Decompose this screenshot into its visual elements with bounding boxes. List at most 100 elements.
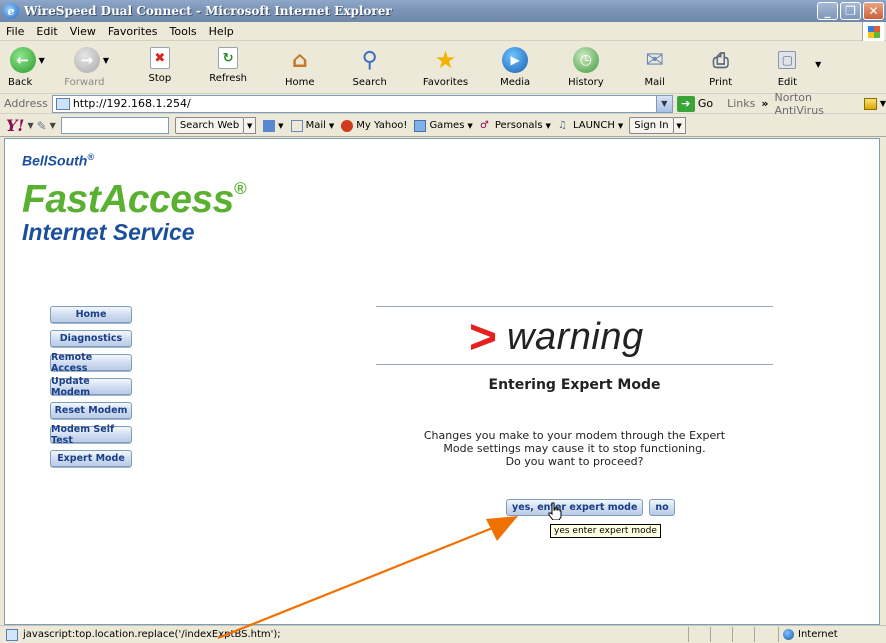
back-label: Back: [8, 77, 33, 88]
search-web-button[interactable]: Search Web: [174, 117, 245, 134]
standard-toolbar: ← ▼ Back → ▼ Forward ✖ Stop ↻ Refresh ⌂ …: [0, 42, 886, 94]
menu-edit[interactable]: Edit: [30, 25, 63, 38]
print-label: Print: [709, 77, 733, 88]
page-status-icon: [6, 628, 18, 641]
yahoo-dropdown-icon[interactable]: ▼: [27, 121, 33, 130]
home-button[interactable]: ⌂ Home: [285, 47, 315, 89]
address-dropdown-icon[interactable]: ▼: [655, 95, 672, 112]
personals-icon: ♂: [479, 119, 489, 131]
no-button[interactable]: no: [649, 499, 675, 516]
edit-dropdown-icon[interactable]: ▼: [815, 60, 821, 69]
media-button[interactable]: ▶ Media: [500, 47, 530, 88]
my-yahoo-icon: [341, 119, 354, 132]
logo-internet-service: Internet Service: [22, 218, 195, 245]
logo-bellsouth: BellSouth®: [22, 152, 94, 169]
search-icon: ⚲: [361, 47, 378, 73]
browser-window: e WireSpeed Dual Connect - Microsoft Int…: [0, 0, 886, 643]
close-button[interactable]: ✕: [863, 2, 884, 20]
launch-link[interactable]: ♫ LAUNCH ▼: [558, 120, 623, 132]
menu-help[interactable]: Help: [203, 25, 240, 38]
status-panes: [688, 627, 776, 642]
menu-favorites[interactable]: Favorites: [102, 25, 164, 38]
mail-button[interactable]: ✉ Mail: [642, 47, 668, 89]
sign-in-dropdown-icon[interactable]: ▼: [673, 117, 686, 134]
message-line: Changes you make to your modem through t…: [423, 429, 726, 442]
menu-view[interactable]: View: [64, 25, 102, 38]
refresh-label: Refresh: [209, 73, 247, 84]
mail-icon: ✉: [645, 47, 664, 73]
nav-reset-modem-button[interactable]: Reset Modem: [50, 402, 132, 419]
search-button[interactable]: ⚲ Search: [353, 47, 387, 89]
norton-icon[interactable]: [863, 97, 877, 110]
forward-dropdown-icon[interactable]: ▼: [103, 56, 109, 65]
nav-modem-self-test-button[interactable]: Modem Self Test: [50, 424, 132, 446]
norton-antivirus[interactable]: Norton AntiVirus: [774, 91, 859, 117]
forward-label: Forward: [64, 77, 105, 88]
menu-file[interactable]: File: [0, 25, 30, 38]
edit-label: Edit: [777, 77, 798, 88]
warning-chevron-icon: >: [469, 310, 498, 364]
back-dropdown-icon[interactable]: ▼: [39, 56, 45, 65]
print-button[interactable]: ⎙ Print: [708, 47, 734, 88]
status-pane: [710, 627, 732, 642]
security-zone: Internet: [778, 627, 886, 642]
status-text: javascript:top.location.replace('/indexE…: [23, 629, 281, 640]
my-yahoo-link[interactable]: My Yahoo!: [341, 119, 407, 132]
home-label: Home: [285, 77, 315, 88]
globe-icon: [783, 629, 794, 640]
highlight-button[interactable]: ▼: [263, 119, 284, 132]
pencil-dropdown-icon[interactable]: ▼: [50, 121, 56, 130]
status-pane: [754, 627, 776, 642]
nav-diagnostics-button[interactable]: Diagnostics: [50, 330, 132, 347]
warning-word: warning: [507, 316, 644, 358]
games-link[interactable]: Games ▼: [414, 119, 473, 132]
games-icon: [414, 119, 427, 132]
sign-in-button[interactable]: Sign In: [629, 117, 674, 134]
zone-label: Internet: [798, 629, 838, 640]
yahoo-logo-icon[interactable]: Y!: [6, 116, 24, 135]
menu-tools[interactable]: Tools: [164, 25, 203, 38]
forward-button[interactable]: → ▼ Forward: [64, 47, 118, 88]
message-line: Mode settings may cause it to stop funct…: [443, 442, 706, 455]
links-label[interactable]: Links»: [727, 97, 774, 110]
logo-fastaccess: FastAccess®: [22, 177, 246, 221]
yahoo-search-input[interactable]: [60, 117, 169, 134]
edit-button[interactable]: ▢ Edit: [778, 47, 797, 88]
personals-link[interactable]: ♂ Personals ▼: [480, 120, 551, 132]
yahoo-mail-link[interactable]: Mail ▼: [290, 119, 334, 132]
page-icon: [55, 97, 70, 110]
warning-message: Changes you make to your modem through t…: [376, 429, 773, 468]
stop-button[interactable]: ✖ Stop: [149, 47, 171, 84]
pencil-icon[interactable]: ✎: [37, 119, 47, 133]
mail-label: Mail: [644, 77, 665, 88]
address-input[interactable]: http://192.168.1.254/ ▼: [51, 94, 673, 113]
nav-home-button[interactable]: Home: [50, 306, 132, 323]
back-button[interactable]: ← ▼ Back: [8, 47, 46, 88]
history-button[interactable]: ◷ History: [568, 47, 604, 88]
nav-update-modem-button[interactable]: Update Modem: [50, 376, 132, 398]
go-arrow-icon: ➔: [676, 95, 695, 112]
divider-bottom: [376, 364, 773, 365]
yes-enter-expert-mode-button[interactable]: yes, enter expert mode: [506, 499, 644, 516]
hand-cursor-icon: [548, 502, 562, 520]
minimize-button[interactable]: _: [817, 2, 838, 20]
search-web-dropdown-icon[interactable]: ▼: [244, 117, 257, 134]
warning-banner: > warning: [469, 310, 644, 364]
nav-remote-access-button[interactable]: Remote Access: [50, 352, 132, 374]
media-label: Media: [500, 77, 531, 88]
bellsouth-fastaccess-logo: BellSouth® FastAccess® Internet Service: [22, 152, 246, 244]
confirm-buttons: yes, enter expert mode no: [506, 499, 675, 516]
yahoo-toolbar: Y! ▼ ✎ ▼ Search Web ▼ ▼ Mail ▼ My Yahoo! …: [0, 115, 886, 137]
go-button[interactable]: ➔ Go: [676, 95, 714, 112]
refresh-button[interactable]: ↻ Refresh: [209, 47, 247, 84]
go-label: Go: [697, 97, 714, 110]
envelope-icon: [290, 119, 303, 132]
side-navigation: Home Diagnostics Remote Access Update Mo…: [50, 306, 132, 467]
chevron-icon: »: [761, 97, 769, 110]
favorites-button[interactable]: ★ Favorites: [423, 46, 468, 88]
page-viewport: BellSouth® FastAccess® Internet Service …: [4, 138, 880, 625]
norton-dropdown-icon[interactable]: ▼: [880, 99, 886, 108]
maximize-button[interactable]: ❐: [840, 2, 861, 20]
nav-expert-mode-button[interactable]: Expert Mode: [50, 450, 132, 467]
favorites-star-icon: ★: [434, 46, 457, 74]
